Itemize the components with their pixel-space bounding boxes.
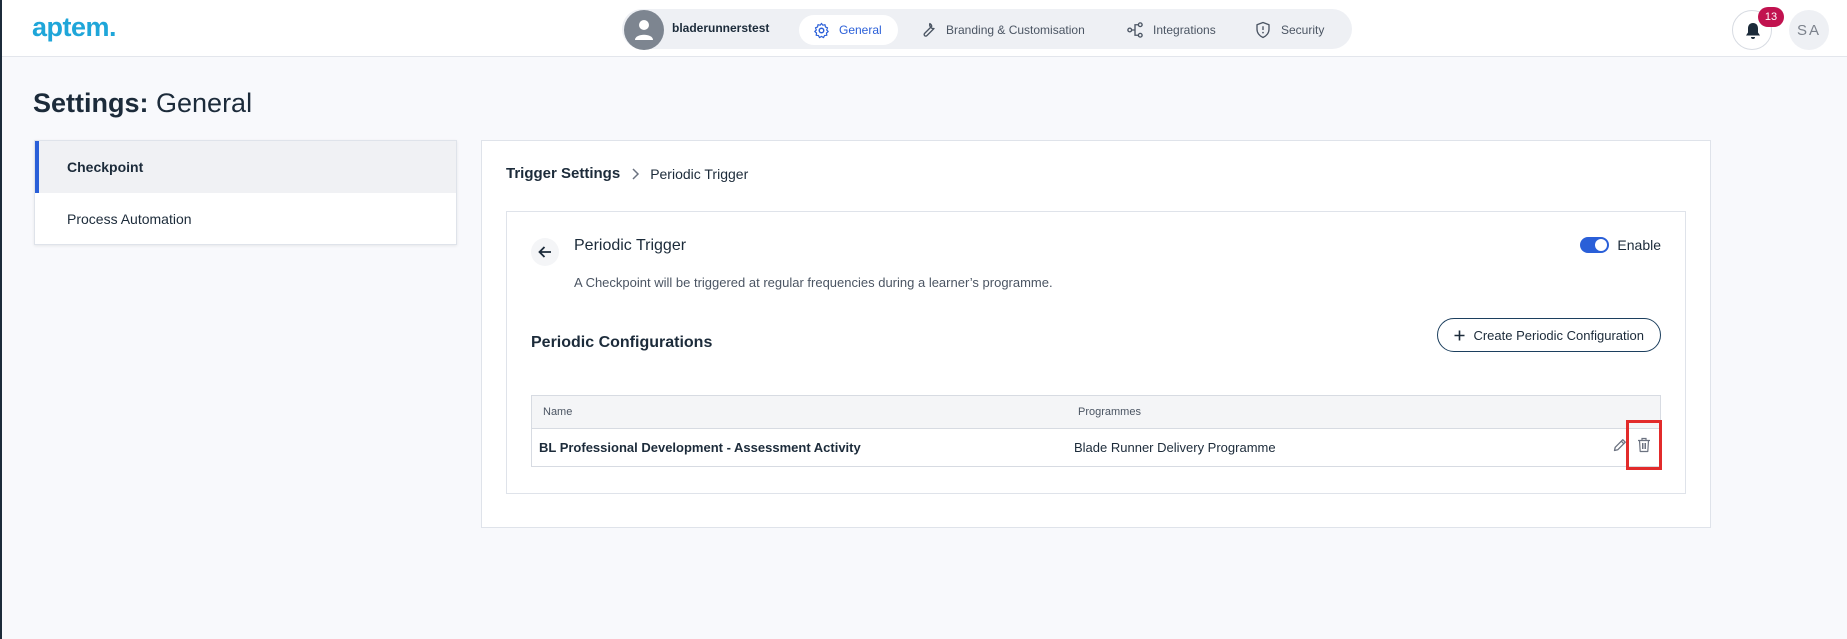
tab-security-label: Security [1281, 23, 1325, 37]
arrow-left-icon [538, 246, 551, 258]
wrench-icon [923, 22, 935, 37]
sidebar-item-checkpoint[interactable]: Checkpoint [35, 141, 456, 193]
back-button[interactable] [531, 238, 559, 266]
trigger-settings-panel: Trigger Settings Periodic Trigger Period… [481, 140, 1711, 528]
column-header-name[interactable]: Name [543, 406, 572, 418]
configurations-table: Name Programmes BL Professional Developm… [531, 395, 1662, 470]
chevron-right-icon [632, 167, 640, 180]
username-label: bladerunnerstest [672, 21, 770, 35]
shield-icon [1256, 21, 1270, 39]
sidebar-item-label: Process Automation [67, 211, 192, 227]
enable-label: Enable [1617, 237, 1661, 253]
breadcrumb: Trigger Settings Periodic Trigger [506, 165, 748, 182]
notification-count-badge: 13 [1758, 7, 1784, 27]
page-title-bold: Settings: [33, 88, 149, 118]
periodic-configurations-title: Periodic Configurations [531, 334, 713, 351]
delete-button-highlight[interactable] [1626, 420, 1662, 470]
breadcrumb-root[interactable]: Trigger Settings [506, 165, 620, 182]
top-bar: aptem. bladerunnerstest General Branding… [2, 0, 1847, 57]
sidebar-item-label: Checkpoint [67, 159, 144, 175]
page-title: Settings: General [33, 88, 252, 119]
trash-icon [1638, 437, 1650, 453]
enable-toggle-group: Enable [1580, 237, 1661, 253]
trigger-description: A Checkpoint will be triggered at regula… [574, 275, 1053, 290]
enable-toggle[interactable] [1580, 237, 1610, 253]
create-periodic-configuration-button[interactable]: Create Periodic Configuration [1437, 318, 1661, 352]
gear-icon [814, 22, 829, 38]
tab-integrations[interactable]: Integrations [1126, 15, 1216, 45]
page-title-rest: General [148, 88, 253, 118]
pencil-icon [1613, 439, 1626, 452]
user-initials-avatar[interactable]: SA [1789, 10, 1829, 50]
row-programmes-cell: Blade Runner Delivery Programme [1074, 440, 1276, 455]
tab-integrations-label: Integrations [1153, 23, 1216, 37]
user-avatar[interactable] [624, 10, 664, 50]
edit-button[interactable] [1613, 438, 1627, 457]
sidebar-item-process-automation[interactable]: Process Automation [35, 193, 456, 245]
settings-sidebar: Checkpoint Process Automation [34, 140, 457, 245]
tab-branding[interactable]: Branding & Customisation [919, 15, 1085, 45]
periodic-trigger-card: Periodic Trigger A Checkpoint will be tr… [506, 211, 1686, 494]
tab-security[interactable]: Security [1254, 15, 1324, 45]
person-icon [635, 20, 653, 40]
column-header-programmes[interactable]: Programmes [1078, 406, 1141, 418]
bell-icon [1746, 23, 1760, 39]
plus-icon [1454, 330, 1465, 340]
create-button-label: Create Periodic Configuration [1473, 327, 1644, 343]
tab-general-label: General [839, 23, 882, 37]
row-name-cell[interactable]: BL Professional Development - Assessment… [539, 440, 861, 455]
integrations-icon [1127, 22, 1143, 38]
tab-general[interactable]: General [799, 15, 898, 45]
tab-branding-label: Branding & Customisation [946, 23, 1085, 37]
trigger-title: Periodic Trigger [574, 237, 687, 254]
breadcrumb-current: Periodic Trigger [650, 165, 749, 182]
aptem-logo[interactable]: aptem. [32, 12, 117, 43]
